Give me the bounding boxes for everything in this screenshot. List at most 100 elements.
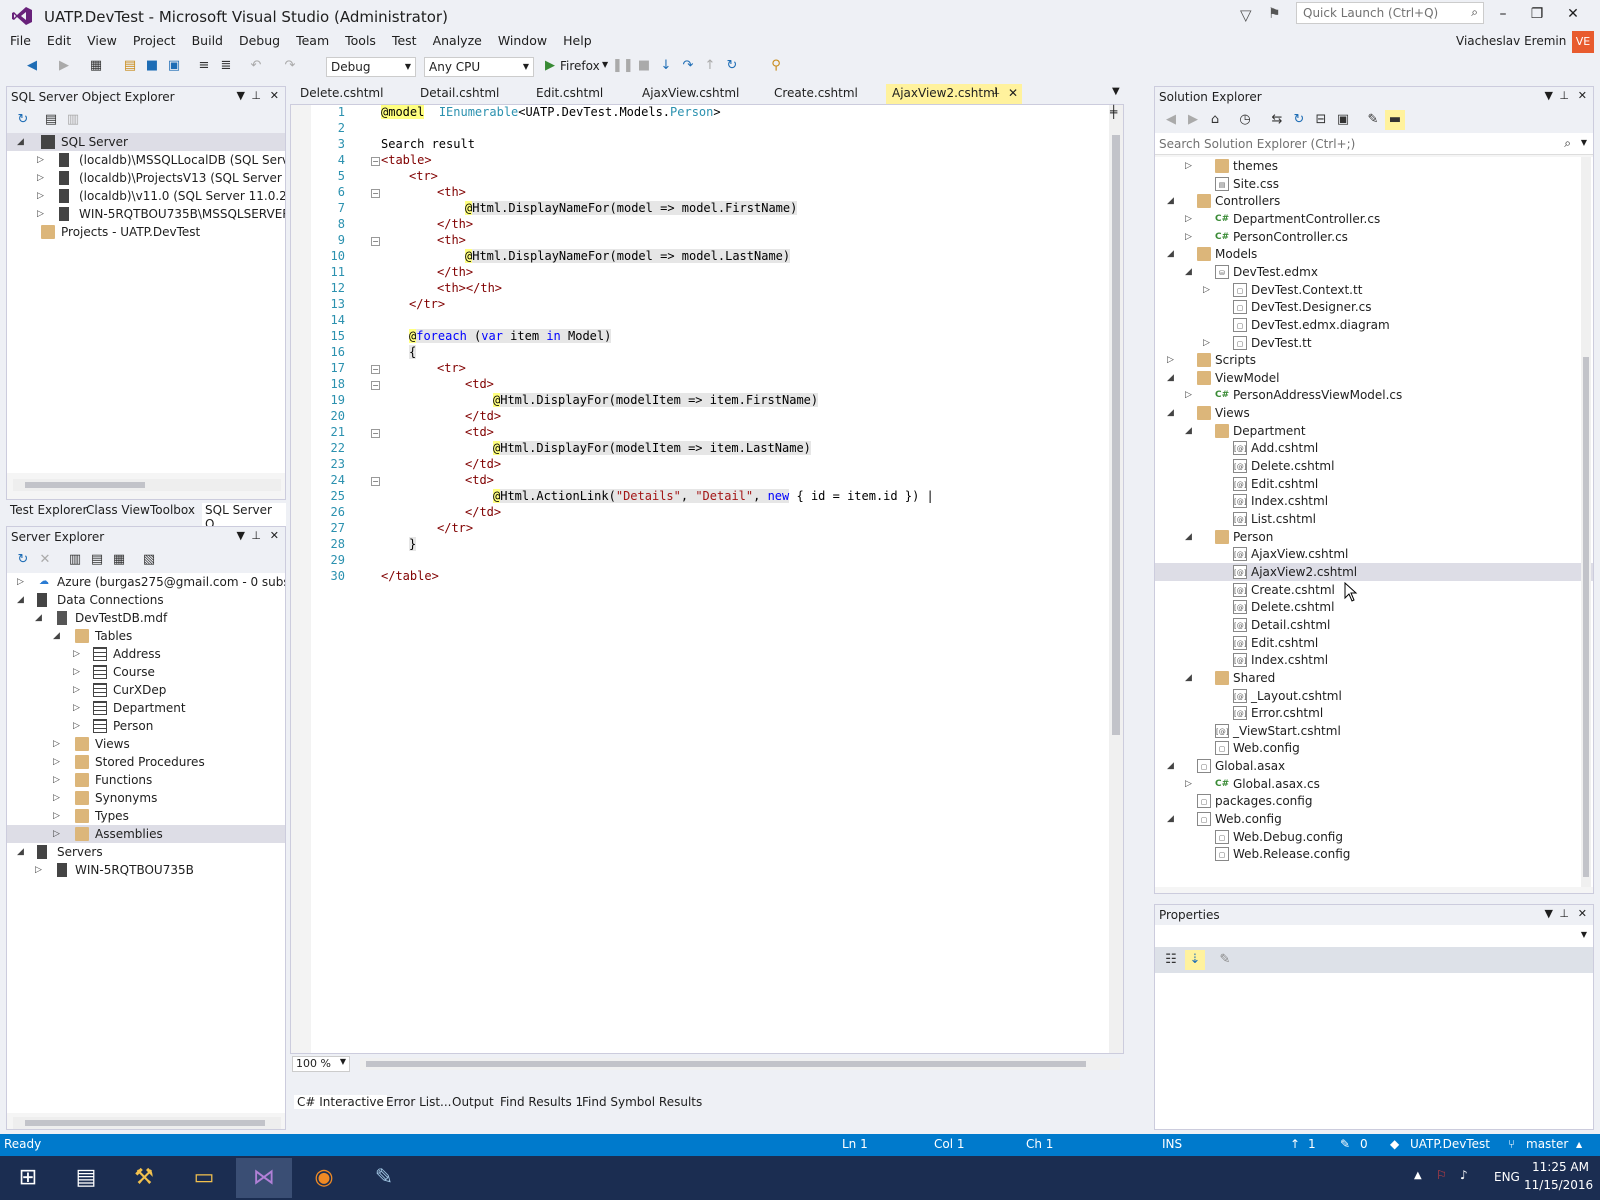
collapsed-icon[interactable]: ▷ [1185, 228, 1195, 246]
collapse-icon[interactable]: − [371, 237, 380, 246]
step-over-icon[interactable]: ↷ [678, 56, 698, 76]
add-server-icon[interactable]: ▤ [41, 110, 61, 130]
tree-item[interactable]: ▷ Person [7, 717, 285, 735]
platform-select[interactable]: Any CPU ▼ [424, 57, 534, 77]
dropdown-icon[interactable]: ▼ [1545, 89, 1553, 102]
undo-icon[interactable]: ↶ [246, 56, 266, 76]
solution-tree-item[interactable]: [@] Detail.cshtml [1155, 616, 1593, 634]
expanded-icon[interactable]: ◢ [1167, 245, 1177, 263]
show-all-files-icon[interactable]: ▣ [1333, 110, 1353, 130]
collapsed-icon[interactable]: ▷ [1203, 334, 1213, 352]
solution-tree-item[interactable]: ◢ Department [1155, 422, 1593, 440]
collapse-icon[interactable]: − [371, 365, 380, 374]
input-language[interactable]: ENG [1494, 1170, 1520, 1184]
solution-tree-item[interactable]: ◢ Shared [1155, 669, 1593, 687]
expanded-icon[interactable]: ◢ [1167, 369, 1177, 387]
pause-icon[interactable]: ❚❚ [612, 56, 634, 76]
solution-tree-item[interactable]: ◢ Controllers [1155, 192, 1593, 210]
tree-item[interactable]: ▷ Synonyms [7, 789, 285, 807]
pin-icon[interactable]: ⊥ [251, 89, 261, 102]
firefox-icon[interactable]: ◉ [296, 1158, 352, 1198]
tree-item[interactable]: ▷ CurXDep [7, 681, 285, 699]
step-into-icon[interactable]: ↓ [656, 56, 676, 76]
solution-tree-item[interactable]: [@] _Layout.cshtml [1155, 687, 1593, 705]
solution-tree-item[interactable]: [@] Error.cshtml [1155, 704, 1593, 722]
expanded-icon[interactable]: ◢ [1167, 757, 1177, 775]
home-icon[interactable]: ⌂ [1205, 110, 1225, 130]
collapsed-icon[interactable]: ▷ [1185, 157, 1195, 175]
solution-tree-item[interactable]: ▷ C# Global.asax.cs [1155, 775, 1593, 793]
tree-item[interactable]: ▷ Types [7, 807, 285, 825]
solution-tree-item[interactable]: ◢ ▢ Web.config [1155, 810, 1593, 828]
tree-item[interactable]: ▷ Stored Procedures [7, 753, 285, 771]
dropdown-icon[interactable]: ▼ [1545, 907, 1553, 920]
collapsed-icon[interactable]: ▷ [1167, 351, 1177, 369]
sql-tools-icon[interactable]: ⚒ [116, 1158, 172, 1198]
branch-icon[interactable]: ⑂ [1508, 1137, 1515, 1151]
wrench-icon[interactable]: ✎ [1363, 110, 1383, 130]
refresh-icon[interactable]: ↻ [1289, 110, 1309, 130]
start-debugging-icon[interactable]: ▶ [540, 56, 560, 76]
solution-tree-item[interactable]: ▷ ▢ DevTest.tt [1155, 334, 1593, 352]
close-icon[interactable]: ✕ [1578, 89, 1587, 102]
save-all-icon[interactable]: ▣ [164, 56, 184, 76]
stop-icon[interactable]: ✕ [35, 550, 55, 570]
tree-item[interactable]: ▷ Functions [7, 771, 285, 789]
save-icon[interactable]: ■ [142, 56, 162, 76]
tree-item[interactable]: ▷ WIN-5RQTBOU735B [7, 861, 285, 879]
menu-test[interactable]: Test [384, 32, 425, 49]
solution-tree-item[interactable]: ▢ Web.Release.config [1155, 845, 1593, 863]
expanded-icon[interactable]: ◢ [1185, 263, 1195, 281]
collapse-icon[interactable]: − [371, 157, 380, 166]
menu-tools[interactable]: Tools [337, 32, 384, 49]
solution-tree-item[interactable]: ▢ DevTest.edmx.diagram [1155, 316, 1593, 334]
menu-project[interactable]: Project [125, 32, 184, 49]
collapse-icon[interactable]: − [371, 429, 380, 438]
expanded-icon[interactable]: ◢ [1167, 810, 1177, 828]
property-pages-icon[interactable]: ✎ [1215, 950, 1235, 970]
quick-launch-input[interactable]: Quick Launch (Ctrl+Q) ⌕ [1296, 2, 1484, 24]
solution-tree-item[interactable]: [@] AjaxView.cshtml [1155, 545, 1593, 563]
menu-debug[interactable]: Debug [231, 32, 288, 49]
minimize-button[interactable]: – [1488, 2, 1518, 26]
zoom-select[interactable]: 100 % ▼ [292, 1056, 350, 1072]
close-icon[interactable]: ✕ [1578, 907, 1587, 920]
tab-class-view[interactable]: Class View [86, 503, 150, 517]
tab-detail-cshtml[interactable]: Detail.cshtml [420, 86, 499, 100]
menu-build[interactable]: Build [184, 32, 231, 49]
back-icon[interactable]: ◀ [1161, 110, 1181, 130]
split-icon[interactable]: ╪ [1110, 105, 1117, 119]
horizontal-scrollbar[interactable] [13, 1117, 281, 1129]
menu-file[interactable]: File [0, 32, 39, 49]
comment-icon[interactable]: ≡ [194, 56, 214, 76]
solution-tree-item[interactable]: [@] Edit.cshtml [1155, 475, 1593, 493]
menu-help[interactable]: Help [555, 32, 600, 49]
refresh-icon[interactable]: ↻ [13, 110, 33, 130]
connect-azure-icon[interactable]: ▦ [109, 550, 129, 570]
tab-test-explorer[interactable]: Test Explorer [10, 503, 87, 517]
solution-tree-item[interactable]: ▷ C# PersonController.cs [1155, 228, 1593, 246]
collapse-icon[interactable]: − [371, 477, 380, 486]
publish-up-icon[interactable]: ↑ [1290, 1137, 1300, 1151]
tab-create-cshtml[interactable]: Create.cshtml [774, 86, 858, 100]
solution-tree-item[interactable]: [@] Delete.cshtml [1155, 598, 1593, 616]
tree-item[interactable]: ◢ Servers [7, 843, 285, 861]
tab-delete-cshtml[interactable]: Delete.cshtml [300, 86, 383, 100]
tree-item[interactable]: ◢ Tables [7, 627, 285, 645]
horizontal-scrollbar[interactable] [13, 479, 281, 491]
chevron-up-icon[interactable]: ▲ [1576, 1140, 1582, 1149]
notepad-icon[interactable]: ✎ [356, 1158, 412, 1198]
vertical-scrollbar[interactable]: ╪ [1109, 105, 1123, 1053]
tab-edit-cshtml[interactable]: Edit.cshtml [536, 86, 603, 100]
back-icon[interactable]: ◀ [22, 56, 42, 76]
clock-time[interactable]: 11:25 AM [1532, 1160, 1589, 1174]
windows-start-icon[interactable]: ⊞ [0, 1158, 56, 1198]
solution-tree-item[interactable]: [@] List.cshtml [1155, 510, 1593, 528]
collapsed-icon[interactable]: ▷ [1185, 775, 1195, 793]
tree-item[interactable]: ▷ Assemblies [7, 825, 285, 843]
notifications-filter-icon[interactable]: ▽ [1240, 6, 1252, 24]
file-explorer-icon[interactable]: ▭ [176, 1158, 232, 1198]
solution-tree-item[interactable]: ◢ ViewModel [1155, 369, 1593, 387]
visual-studio-taskbar-icon[interactable]: ⋈ [236, 1158, 292, 1198]
disconnect-icon[interactable]: ▥ [63, 110, 83, 130]
